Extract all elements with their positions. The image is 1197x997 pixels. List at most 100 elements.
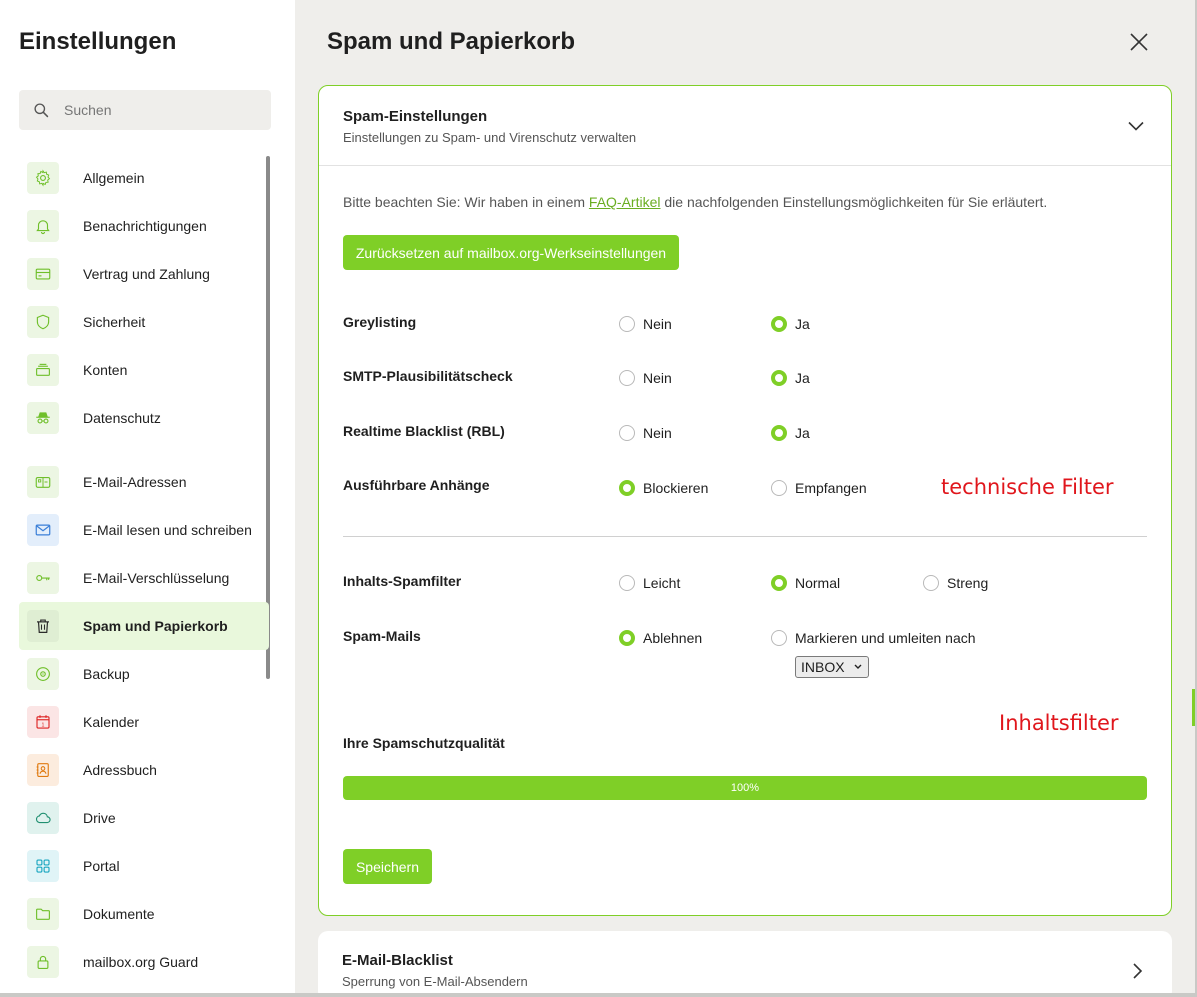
smtp-radio-nein[interactable]: Nein [619, 370, 672, 386]
sidebar-item-backup[interactable]: Backup [19, 650, 269, 698]
rbl-radio-ja[interactable]: Ja [771, 425, 810, 441]
trash-icon [27, 610, 59, 642]
credit-card-icon [27, 258, 59, 290]
cloud-icon [27, 802, 59, 834]
sidebar-item-label: mailbox.org Guard [83, 954, 199, 970]
radio-label: Leicht [643, 575, 681, 591]
sidebar-item-datenschutz[interactable]: Datenschutz [19, 394, 269, 442]
section-divider [343, 536, 1147, 537]
note-text: die nachfolgenden Einstellungsmöglichkei… [660, 194, 1048, 210]
spam-mails-label: Spam-Mails [343, 628, 421, 644]
sidebar-item-dokumente[interactable]: Dokumente [19, 890, 269, 938]
sidebar-item-adressbuch[interactable]: Adressbuch [19, 746, 269, 794]
bell-icon [27, 210, 59, 242]
radio-label: Streng [947, 575, 989, 591]
sidebar-item-label: Konten [83, 362, 128, 378]
radio-label: Nein [643, 316, 672, 332]
card-title: E-Mail-Blacklist [342, 952, 453, 969]
radio-label: Ja [795, 425, 810, 441]
sidebar-item-label: Portal [83, 858, 120, 874]
chevron-down-icon[interactable] [1127, 117, 1145, 135]
grid-icon [27, 850, 59, 882]
content-filter-label: Inhalts-Spamfilter [343, 573, 462, 589]
sidebar-item-sicherheit[interactable]: Sicherheit [19, 298, 269, 346]
sidebar-item-email-lesen[interactable]: E-Mail lesen und schreiben [19, 506, 269, 554]
sidebar-item-label: Sicherheit [83, 314, 146, 330]
attachments-radio-empfangen[interactable]: Empfangen [771, 480, 867, 496]
rbl-label: Realtime Blacklist (RBL) [343, 423, 505, 439]
greylisting-radio-nein[interactable]: Nein [619, 316, 672, 332]
sidebar-item-kalender[interactable]: 1 Kalender [19, 698, 269, 746]
sidebar-title: Einstellungen [19, 28, 177, 55]
sidebar-item-label: Backup [83, 666, 130, 682]
sidebar-item-label: E-Mail-Adressen [83, 474, 187, 490]
radio-label: Blockieren [643, 480, 709, 496]
close-icon[interactable] [1127, 30, 1151, 54]
incognito-icon [27, 402, 59, 434]
spam-mails-radio-markieren[interactable]: Markieren und umleiten nach [771, 630, 976, 646]
search-box[interactable] [19, 90, 271, 130]
sidebar-item-vertrag[interactable]: Vertrag und Zahlung [19, 250, 269, 298]
sidebar-item-label: E-Mail-Verschlüsselung [83, 570, 230, 586]
sidebar-item-email-adressen[interactable]: E-Mail-Adressen [19, 458, 269, 506]
contact-book-icon [27, 754, 59, 786]
shield-icon [27, 306, 59, 338]
greylisting-label: Greylisting [343, 314, 417, 330]
folder-select[interactable]: INBOX [795, 656, 869, 678]
sidebar-item-portal[interactable]: Portal [19, 842, 269, 890]
address-card-icon [27, 466, 59, 498]
content-filter-radio-leicht[interactable]: Leicht [619, 575, 680, 591]
save-button[interactable]: Speichern [343, 849, 432, 884]
note-text: Bitte beachten Sie: Wir haben in einem [343, 194, 589, 210]
key-icon [27, 562, 59, 594]
annotation-content-filters: Inhaltsfilter [999, 711, 1119, 735]
spam-mails-radio-ablehnen[interactable]: Ablehnen [619, 630, 702, 646]
sidebar-item-label: Dokumente [83, 906, 155, 922]
card-subtitle: Einstellungen zu Spam- und Virenschutz v… [343, 130, 637, 145]
attachments-label: Ausführbare Anhänge [343, 477, 490, 493]
window-edge [0, 993, 1197, 997]
calendar-icon: 1 [27, 706, 59, 738]
spam-settings-card: Spam-Einstellungen Einstellungen zu Spam… [318, 85, 1172, 916]
rbl-radio-nein[interactable]: Nein [619, 425, 672, 441]
sidebar-item-allgemein[interactable]: Allgemein [19, 154, 269, 202]
sidebar-item-konten[interactable]: Konten [19, 346, 269, 394]
sidebar-item-spam-papierkorb[interactable]: Spam und Papierkorb [19, 602, 269, 650]
spam-quality-progress: 100% [343, 776, 1147, 800]
greylisting-radio-ja[interactable]: Ja [771, 316, 810, 332]
sidebar: Einstellungen Allgemein Benachrichtigung… [0, 0, 295, 993]
sidebar-item-label: Spam und Papierkorb [83, 618, 228, 634]
radio-label: Ja [795, 316, 810, 332]
search-input[interactable] [64, 102, 244, 118]
stack-icon [27, 354, 59, 386]
radio-label: Ablehnen [643, 630, 703, 646]
svg-text:1: 1 [42, 722, 45, 728]
card-title: Spam-Einstellungen [343, 108, 488, 125]
sidebar-item-guard[interactable]: mailbox.org Guard [19, 938, 269, 986]
folder-icon [27, 898, 59, 930]
lock-icon [27, 946, 59, 978]
sidebar-item-benachrichtigungen[interactable]: Benachrichtigungen [19, 202, 269, 250]
attachments-radio-blockieren[interactable]: Blockieren [619, 480, 708, 496]
search-icon [34, 102, 49, 117]
gear-icon [27, 162, 59, 194]
backup-icon [27, 658, 59, 690]
smtp-radio-ja[interactable]: Ja [771, 370, 810, 386]
blacklist-card[interactable]: E-Mail-Blacklist Sperrung von E-Mail-Abs… [318, 931, 1172, 993]
progress-text: 100% [730, 782, 760, 794]
faq-note: Bitte beachten Sie: Wir haben in einem F… [343, 194, 1047, 210]
radio-label: Empfangen [795, 480, 867, 496]
settings-window: Einstellungen Allgemein Benachrichtigung… [0, 0, 1195, 993]
sidebar-item-label: Adressbuch [83, 762, 157, 778]
chevron-right-icon[interactable] [1128, 962, 1146, 980]
sidebar-item-label: Vertrag und Zahlung [83, 266, 210, 282]
radio-label: Nein [643, 370, 672, 386]
content-filter-radio-normal[interactable]: Normal [771, 575, 840, 591]
content-filter-radio-streng[interactable]: Streng [923, 575, 988, 591]
reset-defaults-button[interactable]: Zurücksetzen auf mailbox.org-Werkseinste… [343, 235, 679, 270]
sidebar-item-email-verschluesselung[interactable]: E-Mail-Verschlüsselung [19, 554, 269, 602]
faq-link[interactable]: FAQ-Artikel [589, 194, 661, 210]
sidebar-item-drive[interactable]: Drive [19, 794, 269, 842]
radio-label: Markieren und umleiten nach [795, 630, 976, 646]
spam-settings-header[interactable]: Spam-Einstellungen Einstellungen zu Spam… [319, 86, 1171, 166]
